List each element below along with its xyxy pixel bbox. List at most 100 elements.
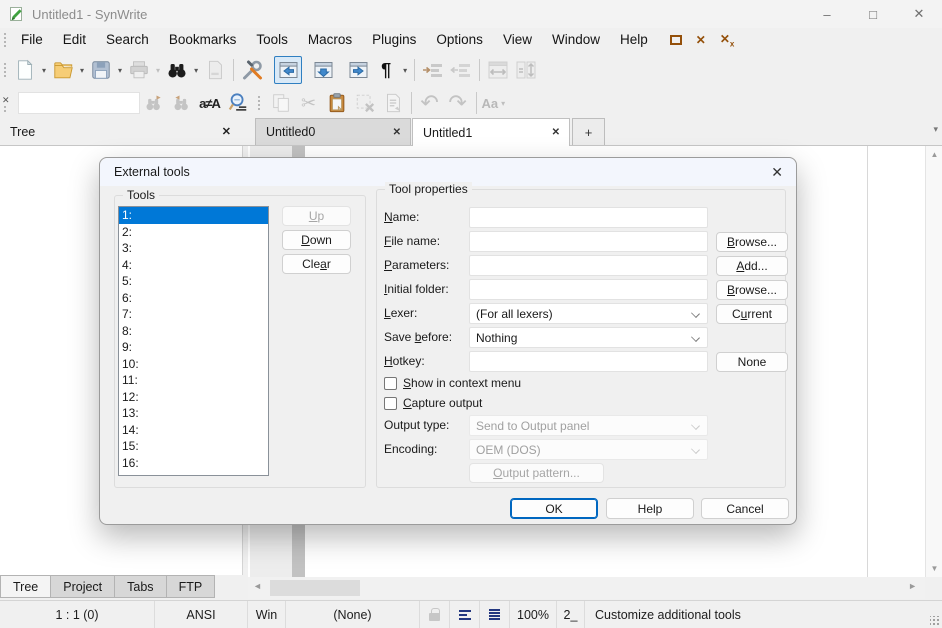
word-wrap-cell[interactable] [450, 601, 480, 628]
tool-list-item[interactable]: 3: [119, 240, 268, 257]
save-file-button[interactable] [87, 56, 115, 84]
name-input[interactable] [469, 207, 708, 228]
toggle-right-panel-button[interactable] [344, 56, 372, 84]
scroll-left-icon[interactable]: ◄ [253, 581, 262, 591]
tool-list-item[interactable]: 2: [119, 224, 268, 241]
hotkey-input[interactable] [469, 351, 708, 372]
ruler-cell[interactable] [480, 601, 510, 628]
vertical-scrollbar[interactable]: ▲ ▼ [925, 146, 942, 577]
tool-list-item[interactable]: 14: [119, 422, 268, 439]
clear-button[interactable]: Clear [282, 254, 351, 274]
zoom-search-button[interactable] [224, 89, 252, 117]
menu-item[interactable]: View [493, 28, 542, 52]
bottom-panel-tab[interactable]: Tabs [114, 575, 166, 598]
tool-list-item[interactable]: 15: [119, 438, 268, 455]
scrollbar-thumb[interactable] [270, 580, 360, 596]
undo-button[interactable]: ↶ [416, 89, 444, 117]
cancel-button[interactable]: Cancel [701, 498, 789, 519]
show-nonprint-button[interactable]: ¶ [372, 56, 400, 84]
tool-list-item[interactable]: 9: [119, 339, 268, 356]
menu-item[interactable]: Bookmarks [159, 28, 247, 52]
tool-list-item[interactable]: 10: [119, 356, 268, 373]
edit-toolbar-drag-handle[interactable] [257, 95, 262, 111]
down-button[interactable]: Down [282, 230, 351, 250]
mdi-restore-icon[interactable] [670, 35, 682, 45]
ok-button[interactable]: OK [510, 498, 598, 519]
font-size-button[interactable]: Aa▾ [481, 89, 510, 117]
tool-list-item[interactable]: 11: [119, 372, 268, 389]
dialog-close-icon[interactable]: ✕ [771, 164, 783, 181]
line-endings-cell[interactable]: Win [248, 601, 286, 628]
toggle-bottom-panel-button[interactable] [309, 56, 337, 84]
initial-folder-input[interactable] [469, 279, 708, 300]
lexer-cell[interactable]: (None) [286, 601, 420, 628]
quick-search-input[interactable] [18, 92, 140, 114]
menu-item[interactable]: Options [426, 28, 493, 52]
split-vertically-button[interactable] [512, 56, 540, 84]
show-context-menu-row[interactable]: Show in context menu [384, 376, 521, 390]
caret-position-cell[interactable]: 1 : 1 (0) [0, 601, 155, 628]
menu-item[interactable]: Macros [298, 28, 362, 52]
bottom-panel-tab[interactable]: Project [50, 575, 115, 598]
tool-list-item[interactable]: 6: [119, 290, 268, 307]
bottom-panel-tab[interactable]: Tree [0, 575, 51, 598]
find-dropdown-icon[interactable]: ▾ [191, 66, 201, 75]
menubar-drag-handle[interactable] [3, 32, 8, 48]
indent-decrease-button[interactable] [447, 56, 475, 84]
indent-increase-button[interactable] [419, 56, 447, 84]
browse-folder-button[interactable]: Browse... [716, 280, 788, 300]
copy-button[interactable] [267, 89, 295, 117]
bottom-panel-tab[interactable]: FTP [166, 575, 216, 598]
split-horizontally-button[interactable] [484, 56, 512, 84]
mdi-close-all-icon[interactable]: ✕x [720, 32, 735, 48]
print-button[interactable] [125, 56, 153, 84]
browse-file-button[interactable]: Browse... [716, 232, 788, 252]
external-tools-button[interactable] [238, 56, 266, 84]
nonprint-dropdown-icon[interactable]: ▾ [400, 66, 410, 75]
menu-item[interactable]: File [11, 28, 53, 52]
tool-list-item[interactable]: 16: [119, 455, 268, 472]
tab-untitled1[interactable]: Untitled1 ✕ [412, 118, 570, 146]
redo-button[interactable]: ↷ [444, 89, 472, 117]
toolbar-drag-handle[interactable] [3, 62, 8, 78]
parameters-input[interactable] [469, 255, 708, 276]
tool-list-item[interactable]: 13: [119, 405, 268, 422]
tab-close-icon[interactable]: ✕ [393, 127, 401, 138]
file-name-input[interactable] [469, 231, 708, 252]
open-file-dropdown-icon[interactable]: ▾ [77, 66, 87, 75]
output-pattern-button[interactable]: Output pattern... [469, 463, 604, 483]
menu-item[interactable]: Tools [246, 28, 298, 52]
close-button[interactable]: ✕ [896, 0, 942, 28]
indent-cell[interactable]: 2_ [557, 601, 585, 628]
scroll-up-icon[interactable]: ▲ [926, 150, 942, 159]
resize-grip[interactable] [930, 616, 940, 626]
find-button[interactable] [163, 56, 191, 84]
menu-item[interactable]: Window [542, 28, 610, 52]
select-all-button[interactable] [379, 89, 407, 117]
search-toolbar-drag-handle[interactable] [3, 105, 8, 113]
delete-button[interactable] [351, 89, 379, 117]
print-dropdown-icon[interactable]: ▾ [153, 66, 163, 75]
paste-button[interactable] [323, 89, 351, 117]
lexer-combo[interactable]: (For all lexers) [469, 303, 708, 324]
tool-list-item[interactable]: 1: [119, 207, 268, 224]
tool-list-item[interactable]: 5: [119, 273, 268, 290]
tools-list[interactable]: 1:2:3:4:5:6:7:8:9:10:11:12:13:14:15:16: [118, 206, 269, 476]
tool-list-item[interactable]: 8: [119, 323, 268, 340]
tree-panel-close-icon[interactable]: ✕ [222, 125, 231, 138]
match-case-button[interactable]: a≠A [196, 89, 224, 117]
save-file-dropdown-icon[interactable]: ▾ [115, 66, 125, 75]
toggle-left-panel-button[interactable] [274, 56, 302, 84]
minimize-button[interactable]: – [804, 0, 850, 28]
menu-item[interactable]: Plugins [362, 28, 426, 52]
capture-output-checkbox[interactable] [384, 397, 397, 410]
tool-list-item[interactable]: 12: [119, 389, 268, 406]
read-only-cell[interactable] [420, 601, 450, 628]
find-next-button[interactable] [140, 89, 168, 117]
tab-untitled0[interactable]: Untitled0 ✕ [255, 118, 411, 145]
mdi-close-icon[interactable]: ✕ [696, 33, 706, 47]
scroll-down-icon[interactable]: ▼ [926, 564, 942, 573]
horizontal-scrollbar[interactable]: ◄ ► [248, 577, 925, 599]
toolbar-close-icon[interactable]: ✕ [2, 94, 10, 105]
help-button[interactable]: Help [606, 498, 694, 519]
